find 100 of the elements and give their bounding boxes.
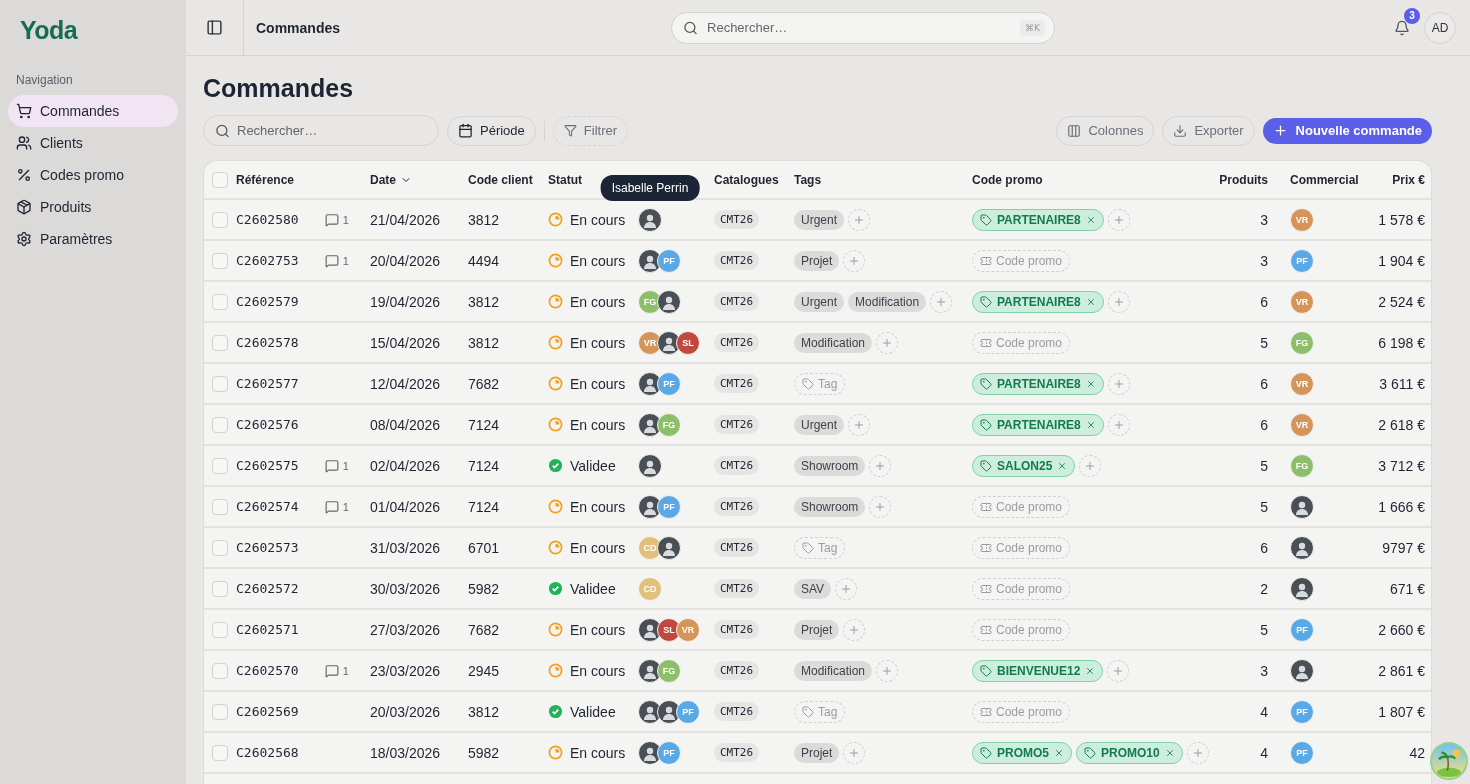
- user-avatar: PF: [1290, 699, 1314, 724]
- row-checkbox[interactable]: [212, 375, 228, 392]
- check-circle-icon: [548, 704, 563, 719]
- promo-code-tag: PROMO10: [1076, 741, 1183, 764]
- box-icon: [16, 199, 32, 215]
- order-date: 21/04/2026: [370, 211, 441, 228]
- sidebar-item[interactable]: Commandes: [8, 95, 178, 127]
- user-avatar: SL: [657, 617, 681, 642]
- order-reference: C2602569: [236, 704, 299, 719]
- promo-code-tag: PARTENAIRE8: [972, 372, 1104, 395]
- tag-icon: [1084, 746, 1096, 759]
- tag-icon: [980, 418, 992, 431]
- plus-icon: [1084, 459, 1097, 472]
- order-price: 6 198 €: [1378, 334, 1425, 351]
- comment-count[interactable]: 1: [324, 663, 349, 678]
- user-avatar: FG: [638, 289, 662, 314]
- user-avatar: PF: [1290, 248, 1314, 273]
- order-date: 31/03/2026: [370, 539, 441, 556]
- row-checkbox[interactable]: [212, 621, 228, 638]
- order-date: 01/04/2026: [370, 498, 441, 515]
- promo-code-tag: PARTENAIRE8: [972, 208, 1104, 231]
- comment-count[interactable]: 1: [324, 458, 349, 473]
- plus-icon: [848, 254, 861, 267]
- order-date: 27/03/2026: [370, 621, 441, 638]
- column-header: Commercial: [1290, 172, 1359, 187]
- order-date: 23/03/2026: [370, 662, 441, 679]
- row-checkbox[interactable]: [212, 252, 228, 269]
- column-header: Statut: [548, 172, 582, 187]
- comment-count[interactable]: 1: [324, 253, 349, 268]
- user-avatar: VR: [638, 330, 662, 355]
- row-checkbox[interactable]: [212, 703, 228, 720]
- row-checkbox[interactable]: [212, 334, 228, 351]
- plus-icon: [874, 500, 887, 513]
- new-order-button[interactable]: Nouvelle commande: [1262, 117, 1432, 144]
- in-progress-icon: [548, 540, 563, 555]
- order-date: 19/04/2026: [370, 293, 441, 310]
- sidebar-item[interactable]: Produits: [8, 191, 178, 223]
- sidebar-item[interactable]: Clients: [8, 127, 178, 159]
- panel-icon: [206, 19, 223, 36]
- search-field[interactable]: Rechercher…: [203, 115, 439, 146]
- order-price: 1 578 €: [1378, 211, 1425, 228]
- order-reference: C2602575: [236, 458, 299, 473]
- order-date: 02/04/2026: [370, 457, 441, 474]
- island-button[interactable]: [1430, 742, 1468, 780]
- order-price: 2 618 €: [1378, 416, 1425, 433]
- catalogue-tag: CMT26: [714, 743, 760, 762]
- product-count: 6: [1260, 375, 1268, 392]
- user-avatar: PF: [1290, 740, 1314, 765]
- row-checkbox[interactable]: [212, 457, 228, 474]
- order-date: 30/03/2026: [370, 580, 441, 597]
- product-count: 5: [1260, 457, 1268, 474]
- users-icon: [16, 135, 32, 151]
- in-progress-icon: [548, 294, 563, 309]
- row-checkbox[interactable]: [212, 416, 228, 433]
- sidebar-item[interactable]: Paramètres: [8, 223, 178, 255]
- tag: Urgent: [794, 291, 845, 312]
- promo-code-tag: BIENVENUE12: [972, 659, 1104, 682]
- close-icon: [1085, 378, 1096, 389]
- row-checkbox[interactable]: [212, 580, 228, 597]
- order-date: 18/03/2026: [370, 744, 441, 761]
- client-code: 5982: [468, 580, 500, 597]
- comment-count[interactable]: 1: [324, 499, 349, 514]
- sidebar-item[interactable]: Codes promo: [8, 159, 178, 191]
- catalogue-tag: CMT26: [714, 415, 760, 434]
- order-reference: C2602576: [236, 417, 299, 432]
- column-header[interactable]: Date: [370, 172, 412, 187]
- order-price: 671 €: [1389, 580, 1425, 597]
- order-price: 3 712 €: [1378, 457, 1425, 474]
- tag: SAV: [794, 578, 832, 599]
- user-avatar-button[interactable]: AD: [1424, 11, 1456, 44]
- tag: Showroom: [794, 496, 866, 517]
- order-price: 2 861 €: [1378, 662, 1425, 679]
- tag: Showroom: [794, 455, 866, 476]
- select-all-checkbox[interactable]: [212, 171, 228, 188]
- row-checkbox[interactable]: [212, 744, 228, 761]
- row-checkbox[interactable]: [212, 662, 228, 679]
- catalogue-tag: CMT26: [714, 702, 760, 721]
- order-date: 20/03/2026: [370, 703, 441, 720]
- row-checkbox[interactable]: [212, 539, 228, 556]
- catalogue-tag: CMT26: [714, 333, 760, 352]
- column-header: Tags: [794, 172, 822, 187]
- product-count: 3: [1260, 211, 1268, 228]
- order-price: 1 666 €: [1378, 498, 1425, 515]
- row-checkbox[interactable]: [212, 293, 228, 310]
- status-label: En cours: [570, 293, 626, 310]
- user-avatar: PF: [657, 494, 681, 519]
- order-price: 2 524 €: [1378, 293, 1425, 310]
- user-avatar: SL: [676, 330, 700, 355]
- plus-icon: [853, 418, 866, 431]
- tag: Modification: [794, 660, 873, 681]
- plus-icon: [1112, 418, 1125, 431]
- row-checkbox[interactable]: [212, 211, 228, 228]
- order-price: 2 660 €: [1378, 621, 1425, 638]
- product-count: 6: [1260, 416, 1268, 433]
- client-code: 3812: [468, 293, 500, 310]
- comment-count[interactable]: 1: [324, 212, 349, 227]
- product-count: 3: [1260, 662, 1268, 679]
- row-checkbox[interactable]: [212, 498, 228, 515]
- in-progress-icon: [548, 622, 563, 637]
- promo-code-tag: PROMO5: [972, 741, 1072, 764]
